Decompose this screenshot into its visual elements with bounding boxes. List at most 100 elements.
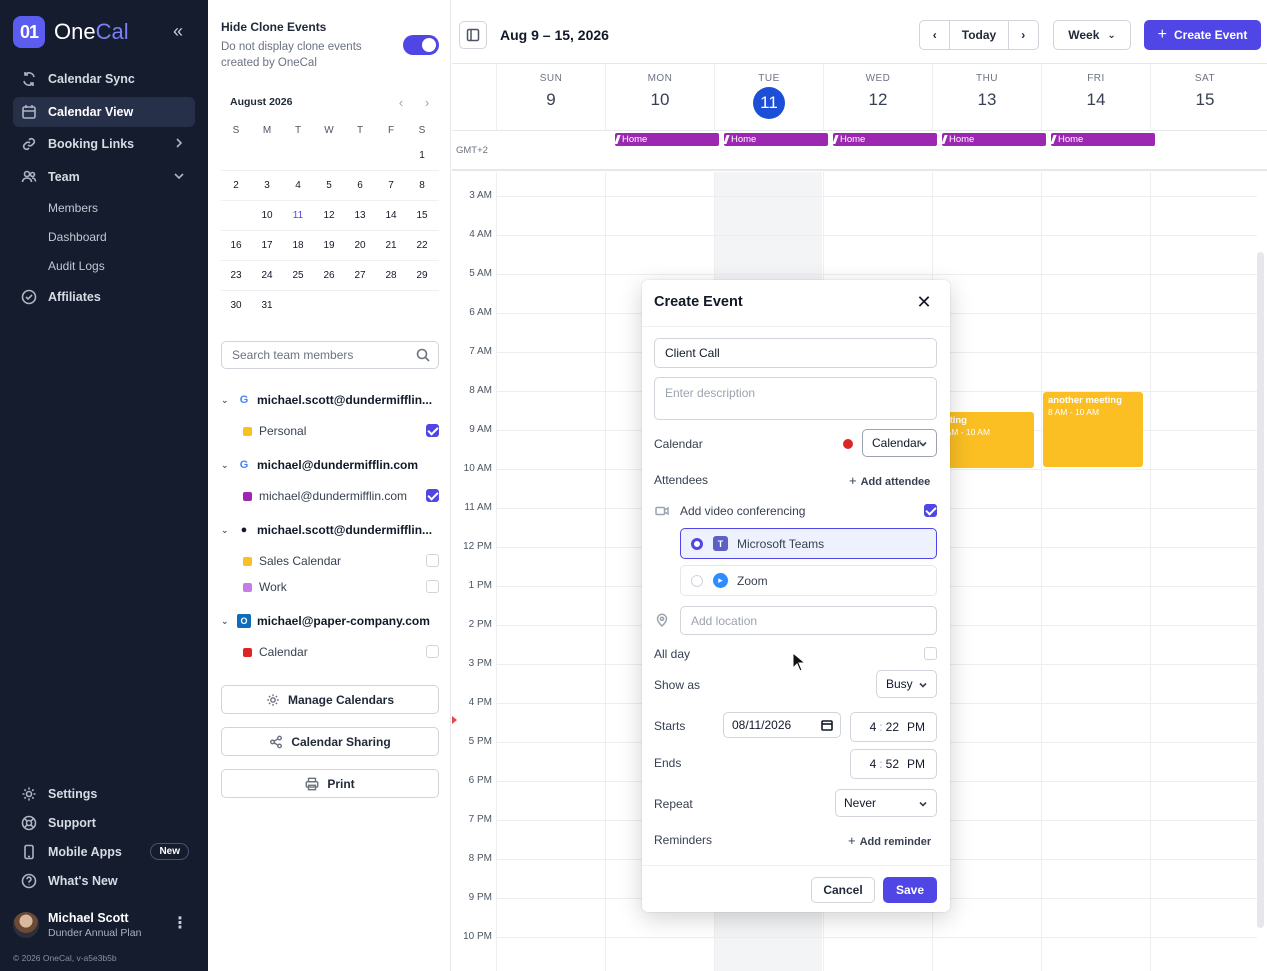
collapse-sidebar-icon[interactable]: « — [168, 22, 188, 42]
day-header[interactable]: FRI 14 — [1041, 64, 1150, 130]
calendar-row[interactable]: Calendar — [243, 642, 439, 662]
mini-cal-day[interactable]: 24 — [253, 265, 281, 287]
nav-calendar-sync[interactable]: Calendar Sync — [13, 64, 195, 94]
calendar-event[interactable]: another meeting 8 AM - 10 AM — [1043, 392, 1143, 467]
toggle-panel-button[interactable] — [459, 21, 487, 49]
logo[interactable]: 01 OneCal — [13, 16, 129, 48]
day-header[interactable]: WED 12 — [823, 64, 932, 130]
nav-team-dashboard[interactable]: Dashboard — [48, 230, 107, 244]
mini-cal-day[interactable]: 28 — [377, 265, 405, 287]
add-reminder-button[interactable]: + Add reminder — [848, 833, 931, 848]
calendar-checkbox[interactable] — [426, 580, 439, 593]
mini-cal-day[interactable]: 23 — [222, 265, 250, 287]
prev-week-button[interactable]: ‹ — [920, 21, 949, 49]
mini-cal-day[interactable]: 6 — [346, 175, 374, 197]
video-conferencing-checkbox[interactable] — [924, 504, 937, 517]
view-select[interactable]: Week ⌄ — [1053, 20, 1131, 50]
hide-clone-toggle[interactable] — [403, 35, 439, 55]
more-vertical-icon[interactable]: ⋮ — [172, 916, 188, 932]
mini-cal-day[interactable]: 8 — [408, 175, 436, 197]
mini-cal-day[interactable]: 11 — [284, 205, 312, 227]
repeat-select[interactable]: Never — [835, 789, 937, 817]
account-header[interactable]: ⌄ O michael@paper-company.com — [221, 611, 430, 631]
mini-cal-day[interactable]: 17 — [253, 235, 281, 257]
day-header[interactable]: THU 13 — [932, 64, 1041, 130]
day-header[interactable]: SUN 9 — [496, 64, 605, 130]
search-icon[interactable] — [416, 348, 430, 362]
account-header[interactable]: ⌄ ● michael.scott@dundermifflin... — [221, 520, 432, 540]
location-input[interactable] — [680, 606, 937, 635]
calendar-row[interactable]: Sales Calendar — [243, 551, 439, 571]
mini-cal-day[interactable]: 9 — [222, 203, 250, 229]
start-time-input[interactable]: 4 : 22 PM — [850, 712, 937, 742]
mini-cal-day[interactable]: 15 — [408, 205, 436, 227]
mini-cal-day[interactable]: 13 — [346, 205, 374, 227]
calendar-checkbox[interactable] — [426, 554, 439, 567]
mini-cal-day[interactable]: 22 — [408, 235, 436, 257]
mini-cal-day[interactable]: 27 — [346, 265, 374, 287]
mini-cal-day[interactable]: 10 — [253, 205, 281, 227]
create-event-button[interactable]: + Create Event — [1144, 20, 1261, 50]
mini-cal-day[interactable]: 31 — [253, 295, 281, 317]
show-as-select[interactable]: Busy — [876, 670, 937, 698]
account-header[interactable]: ⌄ G michael.scott@dundermifflin... — [221, 390, 432, 410]
nav-support[interactable]: Support — [13, 810, 195, 836]
all-day-checkbox[interactable] — [924, 647, 937, 660]
mini-cal-day[interactable]: 30 — [222, 295, 250, 317]
option-microsoft-teams[interactable]: T Microsoft Teams — [680, 528, 937, 559]
option-zoom[interactable]: ▸ Zoom — [680, 565, 937, 596]
account-header[interactable]: ⌄ G michael@dundermifflin.com — [221, 455, 418, 475]
save-button[interactable]: Save — [883, 877, 937, 903]
nav-settings[interactable]: Settings — [13, 781, 195, 807]
nav-affiliates[interactable]: Affiliates — [13, 282, 195, 312]
grid-scrollbar[interactable] — [1257, 252, 1264, 928]
nav-team-audit-logs[interactable]: Audit Logs — [48, 259, 105, 273]
mini-cal-day[interactable]: 1 — [408, 145, 436, 167]
event-description-input[interactable] — [654, 377, 937, 420]
all-day-event[interactable]: Home — [833, 133, 937, 146]
calendar-checkbox[interactable] — [426, 645, 439, 658]
all-day-event[interactable]: Home — [942, 133, 1046, 146]
day-header[interactable]: SAT 15 — [1150, 64, 1259, 130]
mini-cal-day[interactable]: 18 — [284, 235, 312, 257]
nav-team[interactable]: Team — [13, 162, 195, 192]
day-header[interactable]: MON 10 — [605, 64, 714, 130]
close-icon[interactable]: ✕ — [914, 292, 934, 312]
print-button[interactable]: Print — [221, 769, 439, 798]
next-week-button[interactable]: › — [1009, 21, 1038, 49]
event-title-input[interactable] — [654, 338, 937, 368]
start-date-input[interactable]: 08/11/2026 — [723, 712, 841, 738]
nav-mobile-apps[interactable]: Mobile Apps New — [13, 839, 195, 865]
calendar-row[interactable]: Personal — [243, 421, 439, 441]
mini-cal-day[interactable]: 19 — [315, 235, 343, 257]
nav-calendar-view[interactable]: Calendar View — [13, 97, 195, 127]
nav-team-members[interactable]: Members — [48, 201, 98, 215]
calendar-checkbox[interactable] — [426, 424, 439, 437]
calendar-sharing-button[interactable]: Calendar Sharing — [221, 727, 439, 756]
calendar-select[interactable]: Calendar — [862, 429, 937, 457]
mini-cal-day[interactable]: 4 — [284, 175, 312, 197]
day-header[interactable]: TUE 11 — [714, 64, 823, 130]
mini-cal-prev-icon[interactable]: ‹ — [395, 95, 407, 110]
cancel-button[interactable]: Cancel — [811, 877, 875, 903]
end-time-input[interactable]: 4 : 52 PM — [850, 749, 937, 779]
mini-cal-next-icon[interactable]: › — [421, 95, 433, 110]
mini-cal-day[interactable]: 29 — [408, 265, 436, 287]
mini-cal-day[interactable]: 14 — [377, 205, 405, 227]
all-day-event[interactable]: Home — [1051, 133, 1155, 146]
user-profile[interactable]: Michael Scott Dunder Annual Plan — [13, 911, 141, 939]
manage-calendars-button[interactable]: Manage Calendars — [221, 685, 439, 714]
search-team-input[interactable] — [222, 342, 402, 368]
mini-cal-day[interactable]: 16 — [222, 235, 250, 257]
mini-cal-day[interactable]: 7 — [377, 175, 405, 197]
all-day-event[interactable]: Home — [724, 133, 828, 146]
today-button[interactable]: Today — [949, 21, 1009, 49]
calendar-row[interactable]: Work — [243, 577, 439, 597]
all-day-event[interactable]: Home — [615, 133, 719, 146]
mini-cal-day[interactable]: 26 — [315, 265, 343, 287]
calendar-checkbox[interactable] — [426, 489, 439, 502]
mini-cal-day[interactable]: 21 — [377, 235, 405, 257]
mini-cal-day[interactable]: 5 — [315, 175, 343, 197]
add-attendee-button[interactable]: + Add attendee — [849, 473, 930, 488]
calendar-row[interactable]: michael@dundermifflin.com — [243, 486, 439, 506]
